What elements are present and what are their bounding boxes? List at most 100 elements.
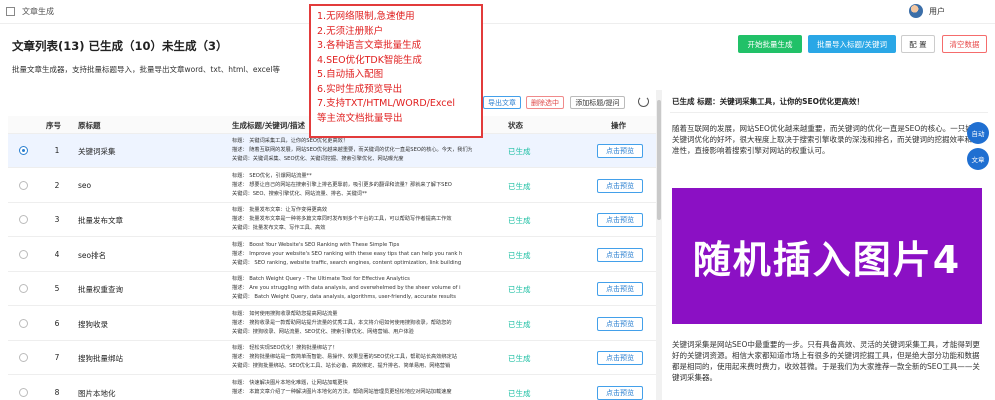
table-row[interactable]: 6 搜狗收录 标题： 如何使用搜狗收录帮助您提高网站流量 描述： 搜狗收录是一款帮助网… xyxy=(8,307,656,341)
row-meta-title: 标题： 快速解决图片本地化难题，让网站加载更快 xyxy=(232,379,348,386)
row-index: 4 xyxy=(54,249,60,259)
float-article-button[interactable]: 文章 xyxy=(967,148,989,170)
preview-title: 已生成 标题：关键词采集工具，让你的SEO优化更高效！ xyxy=(672,97,865,106)
row-meta-title: 标题： 如何使用搜狗收录帮助您提高网站流量 xyxy=(232,310,338,317)
row-meta-title: 标题： Batch Weight Query - The Ultimate To… xyxy=(232,276,410,282)
table-row[interactable]: 4 seo排名 标题： Boost Your Website's SEO Ranki… xyxy=(8,238,656,272)
add-title-button[interactable]: 添加标题/提问 xyxy=(570,96,625,109)
row-generated-meta: 标题： 如何使用搜狗收录帮助您提高网站流量 描述： 搜狗收录是一款帮助网站提升流量… xyxy=(232,310,472,337)
row-select-radio[interactable] xyxy=(19,146,28,155)
table-row[interactable]: 1 关键词采集 标题： 关键词采集工具，让你的SEO优化更高效！ 描述： 随着互联网的… xyxy=(8,134,656,168)
row-meta-keywords: 关键词：搜狗批量绑站、SEO优化工具、站长必备、高效绑定、提升排名、简单易用、网… xyxy=(232,363,451,369)
row-index: 2 xyxy=(54,180,60,190)
feature-line: 等主流文档批量导出 xyxy=(317,112,403,124)
row-meta-desc: 描述： Improve your website's SEO ranking w… xyxy=(232,250,463,257)
row-select-radio[interactable] xyxy=(19,180,28,190)
row-select-radio[interactable] xyxy=(19,215,28,224)
row-status: 已生成 xyxy=(508,181,531,191)
delete-selected-button[interactable]: 删除选中 xyxy=(526,96,564,109)
feature-line: 3.各种语言文章批量生成 xyxy=(317,40,422,51)
row-generated-meta: 标题： 轻松实现SEO优化！搜狗批量绑站了！ 描述： 搜狗批量绑站是一款简单而智能… xyxy=(232,344,472,371)
table-row[interactable]: 5 批量权重查询 标题： Batch Weight Query - The Ulti… xyxy=(8,272,656,306)
feature-line: 4.SEO优化TDK智能生成 xyxy=(317,54,422,66)
row-generated-meta: 标题： 关键词采集工具，让你的SEO优化更高效！ 描述： 随着互联网的发展，网站S… xyxy=(232,137,472,164)
row-generated-meta: 标题： 快速解决图片本地化难题，让网站加载更快描述： 本篇文章介绍了一种解决图片… xyxy=(232,379,472,397)
page-description: 批量文章生成器，支持批量标题导入，批量导出文章word、txt、html、exc… xyxy=(12,65,280,74)
row-source-title: 搜狗批量绑站 xyxy=(78,354,123,363)
header-generated: 生成标题/关键词/描述 xyxy=(232,121,305,130)
row-source-title: 批量发布文章 xyxy=(78,216,123,225)
row-preview-button[interactable]: 点击预览 xyxy=(597,247,643,262)
user-menu[interactable]: 用户 xyxy=(909,4,945,18)
start-batch-button[interactable]: 开始批量生成 xyxy=(738,35,802,53)
feature-line: 7.支持TXT/HTML/WORD/Excel xyxy=(317,98,456,109)
row-source-title: seo排名 xyxy=(78,250,107,260)
row-meta-keywords: 关键词：搜狗收录、网站流量、SEO优化、搜索引擎优化、网络营销、用户体验 xyxy=(232,328,414,335)
refresh-icon[interactable] xyxy=(638,96,649,107)
row-index: 3 xyxy=(54,215,60,224)
row-preview-button[interactable]: 点击预览 xyxy=(597,351,643,365)
row-status: 已生成 xyxy=(508,147,531,156)
table-row[interactable]: 2 seo 标题： SEO优化，引爆网站流量** 描述： 想要让自己的网站在搜索引擎上… xyxy=(8,169,656,203)
row-select-radio[interactable] xyxy=(19,284,28,293)
row-preview-button[interactable]: 点击预览 xyxy=(597,213,643,227)
preview-banner-image: 随机插入图片4 xyxy=(672,188,982,324)
row-preview-button[interactable]: 点击预览 xyxy=(597,144,643,158)
row-status: 已生成 xyxy=(508,250,531,260)
preview-paragraph-1: 随着互联网的发展，网站SEO优化越来越重要，而关键词的优化一直是SEO的核心。一… xyxy=(672,124,981,155)
row-meta-desc: 描述： 本篇文章介绍了一种解决图片本地化的方法，帮助网站管理员更轻松地应对网站加… xyxy=(232,388,452,395)
row-status: 已生成 xyxy=(508,285,531,294)
row-meta-title: 标题： 关键词采集工具，让你的SEO优化更高效！ xyxy=(232,138,349,144)
header-action: 操作 xyxy=(611,121,626,130)
table-row[interactable]: 3 批量发布文章 标题： 批量发布文章：让写作变得更高效描述： 批量发布文章是一种将… xyxy=(8,203,656,237)
float-auto-button[interactable]: 自动 xyxy=(967,122,989,144)
row-select-radio[interactable] xyxy=(19,318,28,328)
row-source-title: 图片本地化 xyxy=(78,388,116,398)
row-preview-button[interactable]: 点击预览 xyxy=(597,385,643,400)
row-source-title: 关键词采集 xyxy=(78,147,116,156)
row-meta-desc: 描述： 想要让自己的网站在搜索引擎上排名更靠前，吸引更多的翻译和流量？那就来了解… xyxy=(232,181,452,188)
row-meta-desc: 描述： 批量发布文章是一种将多篇文章同时发布到多个平台的工具，可以帮助写作者提高… xyxy=(232,216,452,222)
table-row[interactable]: 7 搜狗批量绑站 标题： 轻松实现SEO优化！搜狗批量绑站了！ 描述： 搜狗批量绑站是… xyxy=(8,341,656,375)
feature-line: 2.无须注册账户 xyxy=(317,25,384,37)
row-preview-button[interactable]: 点击预览 xyxy=(597,282,643,296)
row-source-title: 批量权重查询 xyxy=(78,285,123,294)
row-select-radio[interactable] xyxy=(19,353,28,362)
row-meta-keywords: 关键词：SEO、搜索引擎优化、网站流量、排名、关键词** xyxy=(232,190,368,197)
feature-line: 5.自动插入配图 xyxy=(317,69,384,80)
user-label: 用户 xyxy=(929,6,945,16)
export-articles-button[interactable]: 导出文章 xyxy=(483,96,521,109)
preview-divider xyxy=(670,112,988,113)
row-source-title: 搜狗收录 xyxy=(78,319,108,329)
import-titles-button[interactable]: 批量导入标题/关键词 xyxy=(808,35,896,53)
row-meta-title: 标题： 批量发布文章：让写作变得更高效 xyxy=(232,207,328,213)
row-generated-meta: 标题： SEO优化，引爆网站流量** 描述： 想要让自己的网站在搜索引擎上排名更靠… xyxy=(232,172,472,199)
row-preview-button[interactable]: 点击预览 xyxy=(597,316,643,331)
feature-callout: 1.无网络限制,急速使用 2.无须注册账户 3.各种语言文章批量生成 4.SEO… xyxy=(309,4,483,138)
row-status: 已生成 xyxy=(508,388,531,398)
list-scrollbar-thumb[interactable] xyxy=(657,100,661,220)
row-meta-title: 标题： 轻松实现SEO优化！搜狗批量绑站了！ xyxy=(232,345,338,351)
row-meta-desc: 描述： 随着互联网的发展，网站SEO优化越来越重要，而关键词的优化一直是SEO的… xyxy=(232,147,472,153)
row-select-radio[interactable] xyxy=(19,387,28,397)
header-status: 状态 xyxy=(508,121,523,130)
row-meta-desc: 描述： Are you struggling with data analysi… xyxy=(232,285,461,291)
row-generated-meta: 标题： Batch Weight Query - The Ultimate To… xyxy=(232,275,472,302)
row-generated-meta: 标题： 批量发布文章：让写作变得更高效描述： 批量发布文章是一种将多篇文章同时发… xyxy=(232,206,472,233)
row-preview-button[interactable]: 点击预览 xyxy=(597,178,643,193)
avatar[interactable] xyxy=(909,4,923,18)
row-select-radio[interactable] xyxy=(19,249,28,259)
row-index: 8 xyxy=(54,387,60,397)
header-source-title: 原标题 xyxy=(78,121,101,130)
preview-paragraph-2: 关键词采集是网站SEO中最重要的一步。只有具备高效、灵活的关键词采集工具，才能得… xyxy=(672,340,980,382)
table-row[interactable]: 8 图片本地化 标题： 快速解决图片本地化难题，让网站加载更快描述： 本篇文章介绍了… xyxy=(8,376,656,400)
row-index: 7 xyxy=(54,353,60,362)
row-index: 1 xyxy=(54,146,60,155)
row-meta-keywords: 关键词： SEO ranking, website traffic, searc… xyxy=(232,259,462,266)
config-button[interactable]: 配 置 xyxy=(901,35,935,53)
row-status: 已生成 xyxy=(508,354,531,363)
row-meta-title: 标题： SEO优化，引爆网站流量** xyxy=(232,172,312,179)
row-meta-keywords: 关键词：关键词采集、SEO优化、关键词挖掘、搜索引擎优化、网站曝光度 xyxy=(232,156,404,162)
clear-data-button[interactable]: 清空数据 xyxy=(942,35,987,53)
header-index: 序号 xyxy=(46,121,61,130)
